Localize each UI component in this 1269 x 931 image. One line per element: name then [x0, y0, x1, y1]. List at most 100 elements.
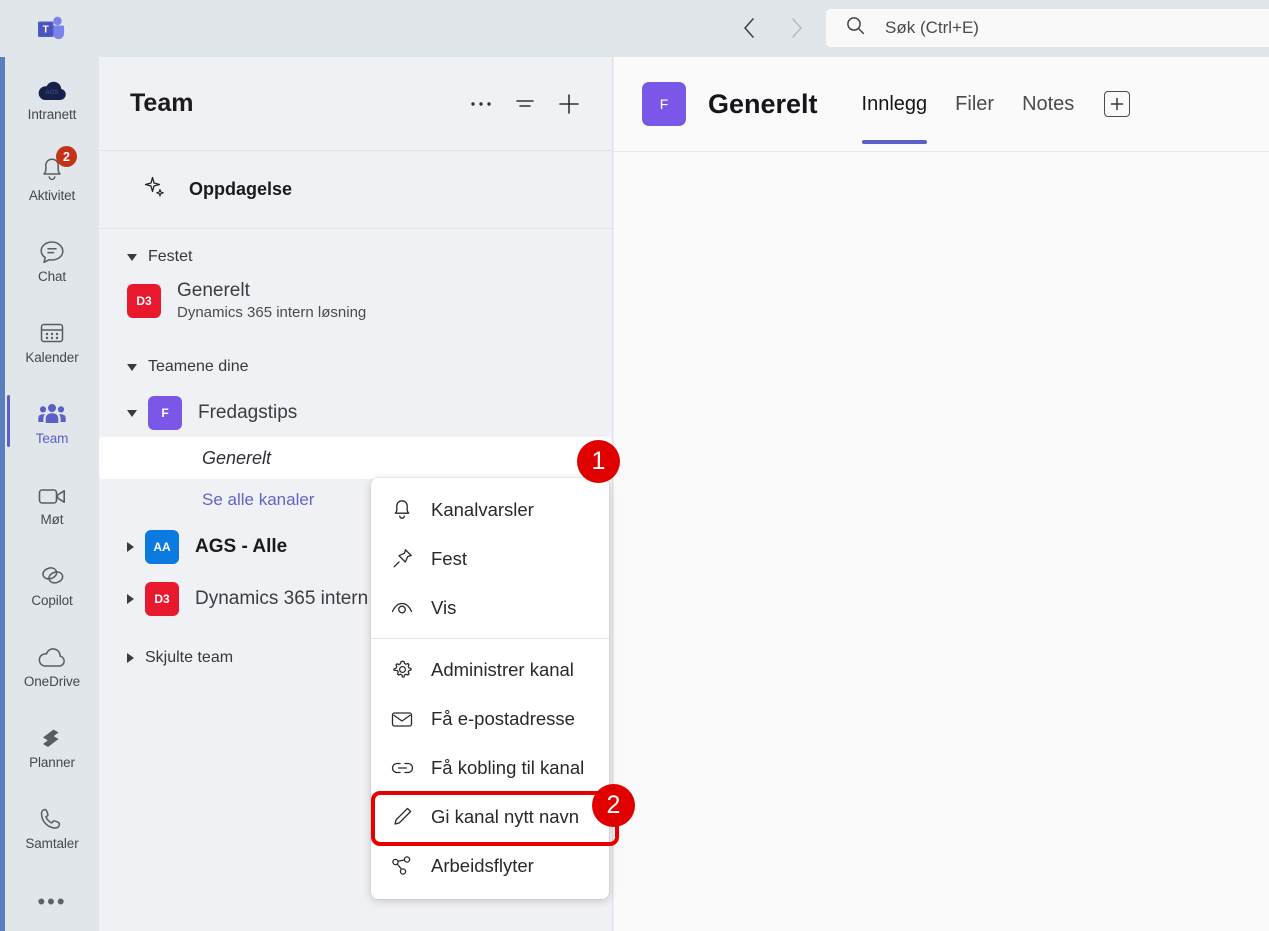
svg-text:T: T: [43, 24, 49, 35]
rail-item-aktivitet[interactable]: 2 Aktivitet: [5, 138, 99, 219]
pencil-icon: [389, 804, 415, 830]
hidden-teams-label: Skjulte team: [145, 649, 234, 666]
pinned-item-subtitle: Dynamics 365 intern løsning: [177, 304, 367, 322]
context-menu-label: Vis: [431, 596, 457, 618]
rail-item-chat[interactable]: Chat: [5, 219, 99, 300]
navigation-arrows: [735, 14, 811, 42]
avatar: D3: [127, 284, 161, 318]
group-header-your-teams[interactable]: Teamene dine: [99, 351, 612, 383]
people-icon: [35, 397, 69, 427]
chevron-right-icon[interactable]: [127, 594, 134, 604]
sparkle-icon: [143, 175, 167, 204]
chevron-right-icon[interactable]: [127, 542, 134, 552]
video-camera-icon: [35, 478, 69, 508]
channel-title: Generelt: [708, 88, 818, 119]
more-options-icon[interactable]: [464, 87, 498, 121]
channel-tabs: Innlegg Filer Notes: [848, 57, 1131, 152]
add-tab-icon[interactable]: [1104, 91, 1131, 117]
context-menu-label: Kanalvarsler: [431, 498, 534, 520]
chat-bubble-icon: [35, 235, 69, 265]
context-menu-item-epostadresse[interactable]: Få e-postadresse: [371, 694, 609, 743]
team-row-fredagstips[interactable]: F Fredagstips: [99, 389, 612, 437]
rail-label: Planner: [29, 755, 75, 770]
rail-item-kalender[interactable]: Kalender: [5, 300, 99, 381]
context-menu-item-kobling[interactable]: Få kobling til kanal: [371, 743, 609, 792]
context-menu-label: Få e-postadresse: [431, 707, 575, 729]
rail-item-copilot[interactable]: Copilot: [5, 543, 99, 624]
context-menu-item-vis[interactable]: Vis: [371, 583, 609, 632]
main-content: F Generelt Innlegg Filer Notes: [614, 57, 1269, 931]
discovery-row[interactable]: Oppdagelse: [99, 151, 612, 229]
team-panel-header: Team: [99, 57, 612, 151]
page-title: Team: [130, 89, 194, 117]
workflow-icon: [389, 853, 415, 879]
chevron-down-icon[interactable]: [127, 409, 137, 417]
context-menu-item-rename[interactable]: Gi kanal nytt navn: [371, 792, 609, 841]
rail-label: Team: [35, 431, 69, 446]
channel-context-menu: Kanalvarsler Fest Vis Administrer kanal …: [371, 478, 609, 899]
pinned-item-generelt[interactable]: D3 Generelt Dynamics 365 intern løsning: [99, 273, 612, 329]
channel-body: [614, 152, 1269, 931]
rail-label: Aktivitet: [28, 188, 76, 203]
pinned-item-texts: Generelt Dynamics 365 intern løsning: [177, 279, 366, 322]
copilot-icon: [35, 559, 69, 589]
rail-more-button[interactable]: •••: [5, 867, 99, 931]
channel-row-generelt[interactable]: Generelt: [99, 437, 612, 479]
bell-icon: [389, 497, 415, 523]
context-menu-item-administrer-kanal[interactable]: Administrer kanal: [371, 645, 609, 694]
phone-icon: [35, 802, 69, 832]
tab-label: Notes: [1022, 92, 1075, 115]
bell-icon: 2: [35, 146, 77, 184]
context-menu-item-arbeidsflyter[interactable]: Arbeidsflyter: [371, 841, 609, 890]
rail-label: OneDrive: [23, 674, 81, 689]
context-menu-item-fest[interactable]: Fest: [371, 534, 609, 583]
rail-label: Møt: [40, 512, 64, 527]
add-icon[interactable]: [552, 87, 586, 121]
tab-innlegg[interactable]: Innlegg: [848, 57, 942, 152]
rail-label: Copilot: [31, 593, 73, 608]
search-bar[interactable]: Søk (Ctrl+E): [826, 9, 1269, 47]
channel-name: Generelt: [202, 447, 272, 468]
eye-icon: [389, 595, 415, 621]
chevron-down-icon: [127, 363, 137, 371]
context-menu-label: Administrer kanal: [431, 658, 574, 680]
rail-item-mot[interactable]: Møt: [5, 462, 99, 543]
rail-item-intranett[interactable]: AGS Intranett: [5, 57, 99, 138]
team-name: AGS - Alle: [195, 536, 288, 558]
rail-item-onedrive[interactable]: OneDrive: [5, 624, 99, 705]
context-menu-divider: [371, 638, 609, 639]
discovery-label: Oppdagelse: [189, 179, 293, 199]
filter-icon[interactable]: [508, 87, 542, 121]
group-label: Teamene dine: [148, 358, 249, 375]
team-name: Fredagstips: [198, 402, 298, 424]
tab-filer[interactable]: Filer: [941, 57, 1008, 152]
envelope-icon: [389, 706, 415, 732]
context-menu-label: Få kobling til kanal: [431, 756, 585, 778]
forward-button[interactable]: [783, 14, 811, 42]
channel-header: F Generelt Innlegg Filer Notes: [614, 57, 1269, 152]
pinned-item-name: Generelt: [177, 280, 250, 302]
rail-label: Samtaler: [25, 836, 79, 851]
avatar: F: [148, 396, 182, 430]
rail-item-samtaler[interactable]: Samtaler: [5, 786, 99, 867]
rail-item-team[interactable]: Team: [5, 381, 99, 462]
avatar: F: [642, 82, 686, 126]
rail-item-planner[interactable]: Planner: [5, 705, 99, 786]
context-menu-label: Arbeidsflyter: [431, 854, 534, 876]
microsoft-teams-logo: T: [35, 15, 65, 43]
rail-label: Kalender: [25, 350, 79, 365]
rail-label: Intranett: [27, 107, 77, 122]
svg-text:AGS: AGS: [46, 90, 59, 96]
group-header-pinned[interactable]: Festet: [99, 241, 612, 273]
planner-icon: [35, 721, 69, 751]
context-menu-item-kanalvarsler[interactable]: Kanalvarsler: [371, 485, 609, 534]
back-button[interactable]: [735, 14, 763, 42]
tab-notes[interactable]: Notes: [1008, 57, 1088, 152]
annotation-marker-2: 2: [592, 784, 635, 827]
search-input-placeholder[interactable]: Søk (Ctrl+E): [885, 18, 979, 38]
top-bar: T Søk (Ctrl+E): [0, 0, 1269, 57]
cloud-icon: [35, 640, 69, 670]
chevron-down-icon: [127, 253, 137, 261]
rail-label: Chat: [37, 269, 67, 284]
tab-label: Innlegg: [861, 92, 928, 115]
